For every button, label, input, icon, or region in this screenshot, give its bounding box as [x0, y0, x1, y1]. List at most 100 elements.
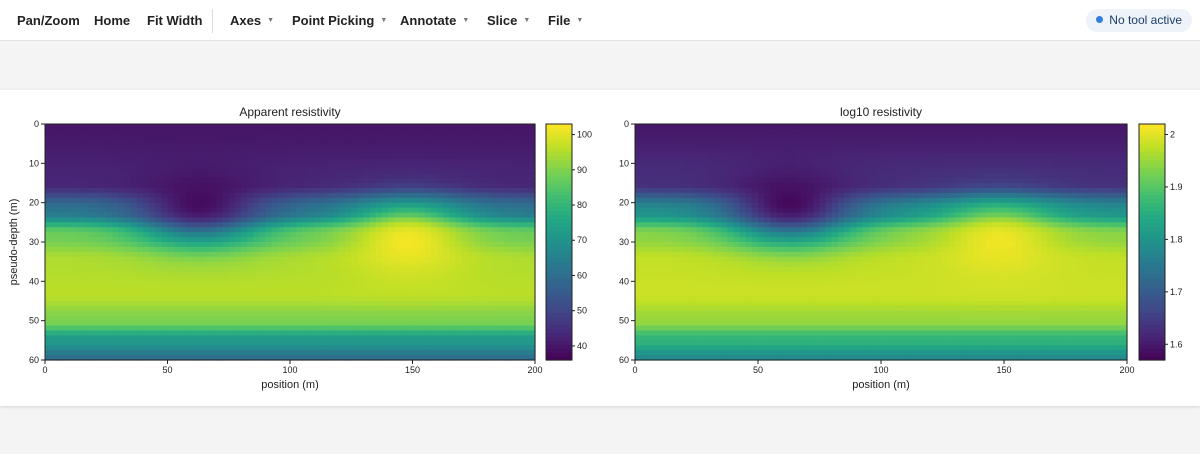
heatmap-cell — [173, 237, 181, 243]
heatmap-cell — [277, 202, 285, 209]
figure-canvas[interactable]: Apparent resistivity0 50 100 150 200position… — [0, 90, 1200, 406]
heatmap-cell — [1034, 138, 1042, 145]
heatmap-cell — [369, 192, 377, 199]
heatmap-cell — [1108, 124, 1116, 130]
heatmap-cell — [887, 163, 894, 169]
heatmap-cell — [265, 217, 273, 223]
heatmap-cell — [504, 315, 512, 322]
heatmap-cell — [1010, 128, 1017, 135]
heatmap-cell — [461, 261, 469, 268]
heatmap-cell — [320, 340, 328, 346]
heatmap-cell — [185, 256, 193, 263]
heatmap-cell — [51, 138, 58, 145]
heatmap-cell — [345, 296, 352, 302]
slice-menu[interactable]: Slice ▼ — [487, 0, 530, 41]
heatmap-cell — [204, 271, 211, 278]
heatmap-cell — [259, 340, 267, 346]
heatmap-cell — [837, 133, 845, 140]
heatmap-cell — [179, 350, 187, 356]
heatmap-cell — [100, 325, 107, 332]
heatmap-cell — [302, 192, 309, 199]
pan-zoom-button[interactable]: Pan/Zoom — [17, 0, 80, 41]
heatmap-cell — [185, 315, 193, 322]
heatmap-cell — [326, 153, 334, 160]
heatmap-cell — [149, 124, 156, 130]
heatmap-cell — [241, 281, 248, 287]
heatmap-cell — [339, 217, 346, 223]
heatmap-cell — [100, 305, 107, 312]
heatmap-cell — [265, 227, 273, 233]
heatmap-cell — [87, 148, 95, 155]
heatmap-cell — [314, 187, 322, 194]
heatmap-cell — [850, 163, 857, 169]
heatmap-cell — [1083, 148, 1091, 155]
heatmap — [45, 124, 536, 361]
heatmap-cell — [406, 237, 414, 243]
heatmap-cell — [363, 124, 371, 130]
heatmap-cell — [247, 350, 254, 356]
heatmap-cell — [228, 301, 236, 307]
heatmap-cell — [228, 242, 236, 248]
heatmap-cell — [345, 207, 352, 214]
heatmap-cell — [782, 158, 790, 164]
heatmap-cell — [443, 296, 450, 302]
heatmap-cell — [63, 158, 71, 164]
heatmap-cell — [486, 133, 493, 140]
heatmap-cell — [161, 128, 169, 135]
heatmap-cell — [381, 305, 389, 312]
heatmap-cell — [204, 192, 211, 199]
heatmap-cell — [831, 128, 839, 135]
heatmap-cell — [204, 266, 211, 273]
heatmap-cell — [259, 138, 267, 145]
heatmap-cell — [510, 133, 518, 140]
heatmap-cell — [185, 251, 193, 258]
heatmap-cell — [868, 163, 876, 169]
heatmap-cell — [443, 124, 450, 130]
heatmap-cell — [210, 281, 218, 287]
heatmap-cell — [204, 242, 211, 248]
heatmap-cell — [106, 163, 113, 169]
heatmap-cell — [320, 133, 328, 140]
heatmap-cell — [400, 256, 407, 263]
heatmap-cell — [801, 143, 808, 150]
heatmap-cell — [198, 330, 205, 337]
heatmap-cell — [455, 178, 463, 184]
heatmap-cell — [222, 345, 230, 351]
heatmap-cell — [265, 310, 273, 317]
fit-width-button[interactable]: Fit Width — [147, 0, 202, 41]
annotate-menu[interactable]: Annotate ▼ — [400, 0, 469, 41]
heatmap-cell — [357, 266, 365, 273]
heatmap-cell — [486, 296, 493, 302]
heatmap-cell — [143, 242, 150, 248]
heatmap-cell — [192, 163, 199, 169]
heatmap-cell — [479, 345, 487, 351]
file-menu[interactable]: File ▼ — [548, 0, 583, 41]
heatmap-cell — [118, 124, 126, 130]
heatmap-cell — [57, 305, 64, 312]
heatmap-cell — [794, 168, 802, 174]
heatmap-cell — [100, 276, 107, 282]
heatmap-cell — [862, 148, 870, 155]
heatmap-cell — [479, 320, 487, 327]
home-button[interactable]: Home — [94, 0, 130, 41]
heatmap-cell — [339, 143, 346, 150]
heatmap-cell — [345, 281, 352, 287]
heatmap-cell — [1040, 133, 1048, 140]
chart-title: Apparent resistivity — [239, 105, 340, 119]
heatmap-cell — [516, 227, 524, 233]
heatmap-cell — [357, 320, 365, 327]
heatmap-cell — [198, 163, 205, 169]
point-picking-menu[interactable]: Point Picking ▼ — [292, 0, 387, 41]
heatmap-cell — [69, 158, 77, 164]
heatmap-cell — [234, 345, 242, 351]
heatmap-cell — [635, 158, 642, 164]
axes-menu[interactable]: Axes ▼ — [230, 0, 274, 41]
heatmap-cell — [498, 335, 505, 341]
heatmap-cell — [437, 330, 444, 337]
heatmap-cell — [94, 237, 101, 243]
heatmap-cell — [271, 212, 279, 219]
heatmap-cell — [1071, 133, 1079, 140]
heatmap-cell — [112, 133, 120, 140]
heatmap-cell — [173, 207, 181, 214]
heatmap-cell — [345, 153, 352, 160]
